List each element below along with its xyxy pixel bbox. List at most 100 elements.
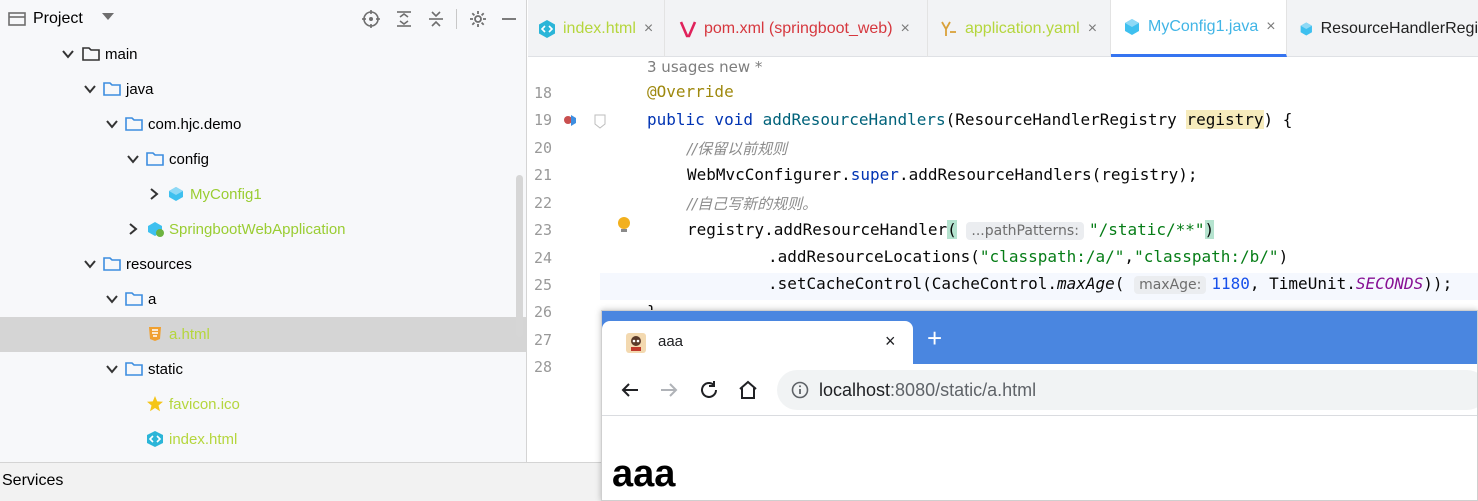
class-icon [1300, 22, 1312, 35]
close-icon[interactable]: × [885, 331, 896, 352]
url-host: localhost [819, 380, 891, 400]
line-number: 21 [533, 166, 552, 184]
chevron-down-icon[interactable] [82, 81, 98, 97]
tab-label: index.html [563, 19, 636, 37]
tab-myconfig1-java[interactable]: MyConfig1.java × [1111, 0, 1287, 57]
tree-item-label: favicon.ico [169, 396, 240, 413]
tree-item-static[interactable]: static [0, 352, 526, 387]
close-icon[interactable]: × [644, 20, 653, 38]
tree-item-package-com-hjc-demo[interactable]: com.hjc.demo [0, 107, 526, 142]
line-number: 18 [533, 84, 552, 102]
browser-tab[interactable]: aaa × [602, 321, 913, 364]
tab-index-html[interactable]: index.html × [528, 0, 665, 57]
chevron-down-icon[interactable] [104, 116, 120, 132]
class-icon [169, 187, 183, 201]
maven-icon [679, 20, 697, 37]
tab-pom-xml[interactable]: pom.xml (springboot_web) × [665, 0, 928, 57]
chevron-down-icon[interactable] [82, 256, 98, 272]
line-number: 25 [533, 276, 552, 294]
chevron-down-icon[interactable] [104, 361, 120, 377]
tree-item-label: a.html [169, 326, 210, 343]
code-line-18: @Override [647, 82, 734, 101]
browser-content: aaa [602, 417, 1477, 500]
project-panel: Project main java com.hjc.demo config My… [0, 0, 527, 462]
package-icon [125, 117, 143, 131]
header-divider [456, 9, 457, 29]
back-arrow-icon[interactable] [618, 378, 642, 402]
source-folder-icon [103, 82, 121, 96]
tab-label: MyConfig1.java [1148, 18, 1259, 35]
tree-item-folder-a[interactable]: a [0, 282, 526, 317]
tree-item-favicon[interactable]: favicon.ico [0, 387, 526, 422]
tab-application-yaml[interactable]: application.yaml × [928, 0, 1111, 57]
gear-icon[interactable] [467, 8, 489, 30]
spring-class-icon [148, 222, 164, 237]
tab-label: pom.xml (springboot_web) [704, 19, 893, 37]
info-icon[interactable] [791, 381, 809, 399]
project-title[interactable]: Project [33, 10, 83, 28]
tree-item-resources[interactable]: resources [0, 247, 526, 282]
locate-icon[interactable] [360, 8, 382, 30]
tree-item-label: static [148, 361, 184, 378]
code-line-25: .setCacheControl(CacheControl.maxAge( ma… [768, 274, 1453, 294]
yaml-icon [941, 21, 956, 36]
chevron-down-icon[interactable] [104, 291, 120, 307]
param-hint: ...pathPatterns: [966, 222, 1084, 240]
tree-item-springbootwebapplication[interactable]: SpringbootWebApplication [0, 212, 526, 247]
tab-resourcehandlerregistry[interactable]: ResourceHandlerRegi [1287, 0, 1478, 57]
tree-scrollbar[interactable] [516, 175, 523, 337]
folder-icon [125, 362, 143, 376]
tree-item-label: a [148, 291, 157, 308]
html-icon [147, 431, 163, 447]
tree-item-label: main [105, 46, 138, 63]
tree-item-label: com.hjc.demo [148, 116, 242, 133]
editor-tabbar: index.html × pom.xml (springboot_web) × … [528, 0, 1478, 57]
tree-item-label: SpringbootWebApplication [169, 221, 346, 238]
tree-item-index-html[interactable]: index.html [0, 422, 526, 457]
line-number: 23 [533, 221, 552, 239]
chevron-down-icon[interactable] [60, 46, 76, 62]
home-icon[interactable] [736, 378, 760, 402]
tree-item-label: index.html [169, 431, 238, 448]
tab-label: ResourceHandlerRegi [1320, 19, 1478, 37]
close-icon[interactable]: × [1266, 18, 1275, 36]
class-icon [1125, 19, 1139, 35]
html-icon [149, 327, 161, 341]
forward-arrow-icon[interactable] [657, 378, 681, 402]
fold-icon[interactable] [594, 114, 606, 130]
page-heading: aaa [612, 453, 676, 495]
close-icon[interactable]: × [1088, 20, 1097, 38]
code-line-20: //保留以前规则 [687, 140, 788, 158]
code-line-21: WebMvcConfigurer.super.addResourceHandle… [687, 165, 1198, 184]
tree-item-java[interactable]: java [0, 72, 526, 107]
minimize-icon[interactable] [498, 8, 520, 30]
reload-icon[interactable] [697, 378, 721, 402]
chevron-right-icon[interactable] [146, 186, 162, 202]
folder-icon [125, 292, 143, 306]
tree-item-a-html[interactable]: a.html [0, 317, 526, 352]
favicon-icon [626, 333, 646, 353]
tree-item-myconfig1[interactable]: MyConfig1 [0, 177, 526, 212]
lightbulb-icon[interactable] [616, 216, 632, 236]
chevron-down-icon[interactable] [125, 151, 141, 167]
collapse-all-icon[interactable] [425, 8, 447, 30]
line-number: 28 [533, 358, 552, 376]
expand-all-icon[interactable] [393, 8, 415, 30]
chevron-down-icon[interactable] [102, 13, 114, 20]
tree-item-label: MyConfig1 [190, 186, 262, 203]
browser-window: aaa × + localhost:8080/static/a.html aaa [601, 310, 1478, 501]
usages-hint[interactable]: 3 usages new * [647, 58, 762, 76]
address-bar[interactable]: localhost:8080/static/a.html [777, 370, 1477, 410]
tree-item-main[interactable]: main [0, 37, 526, 72]
line-number: 22 [533, 194, 552, 212]
chevron-right-icon[interactable] [125, 221, 141, 237]
project-view-icon [6, 8, 28, 30]
new-tab-button[interactable]: + [927, 325, 942, 351]
line-number: 24 [533, 249, 552, 267]
url-text[interactable]: localhost:8080/static/a.html [819, 380, 1036, 401]
services-label[interactable]: Services [2, 472, 63, 490]
close-icon[interactable]: × [901, 20, 910, 38]
override-method-icon[interactable] [562, 112, 578, 128]
tree-item-package-config[interactable]: config [0, 142, 526, 177]
tree-item-label: java [126, 81, 154, 98]
